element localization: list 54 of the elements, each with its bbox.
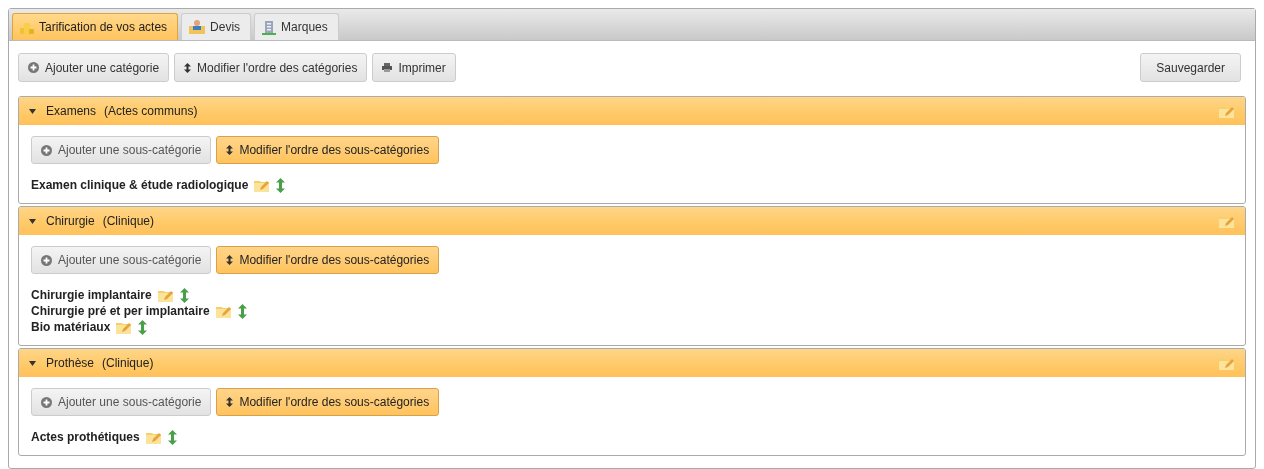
subcategory-name: Chirurgie implantaire <box>31 287 152 304</box>
category-name: Examens <box>46 103 97 120</box>
up-down-arrow-icon[interactable] <box>237 303 247 319</box>
subcategory-name: Examen clinique & étude radiologique <box>31 177 249 194</box>
up-down-arrow-icon <box>226 145 234 155</box>
subcategory-button[interactable]: Modifier l'ordre des sous-catégories <box>216 136 440 164</box>
subcategory-button[interactable]: Ajouter une sous-catégorie <box>31 246 212 274</box>
save-button[interactable]: Sauvegarder <box>1140 53 1241 82</box>
folder-edit-icon[interactable] <box>116 320 133 334</box>
folder-edit-icon[interactable] <box>1219 214 1235 228</box>
plus-icon <box>28 62 39 73</box>
toolbar-button[interactable]: Ajouter une catégorie <box>18 53 170 82</box>
category-group: (Actes communs) <box>104 102 198 120</box>
folder-edit-icon[interactable] <box>1219 104 1235 118</box>
up-down-arrow-icon[interactable] <box>167 429 177 445</box>
folder-edit-icon[interactable] <box>215 304 232 318</box>
folder-edit-icon[interactable] <box>1219 356 1235 370</box>
up-down-arrow-icon <box>226 255 234 265</box>
subcategory-button[interactable]: Modifier l'ordre des sous-catégories <box>216 246 440 274</box>
subcategory-name: Bio matériaux <box>31 319 111 336</box>
category-header[interactable]: Prothèse (Clinique) <box>19 349 1245 377</box>
toolbar-button[interactable]: Imprimer <box>372 53 456 82</box>
plus-icon <box>41 144 52 156</box>
up-down-arrow-icon <box>226 397 234 407</box>
subcategory-name: Chirurgie pré et per implantaire <box>31 303 210 320</box>
category-name: Prothèse <box>46 355 95 372</box>
building-icon <box>261 19 278 35</box>
subcategory-button[interactable]: Ajouter une sous-catégorie <box>31 136 212 164</box>
tab[interactable]: Marques <box>254 13 339 40</box>
category-header[interactable]: Examens (Actes communs) <box>19 97 1245 125</box>
up-down-arrow-icon[interactable] <box>179 287 189 303</box>
folder-edit-icon[interactable] <box>145 430 162 444</box>
up-down-arrow-icon[interactable] <box>276 177 286 193</box>
toolbar-button[interactable]: Modifier l'ordre des catégories <box>174 53 368 82</box>
category-name: Chirurgie <box>46 213 95 230</box>
subcategory-button[interactable]: Modifier l'ordre des sous-catégories <box>216 388 440 416</box>
folder-edit-icon[interactable] <box>254 178 271 192</box>
category-header[interactable]: Chirurgie (Clinique) <box>19 207 1245 235</box>
category-group: (Clinique) <box>102 354 154 372</box>
printer-icon <box>382 63 393 72</box>
tab[interactable]: Tarification de vos actes <box>12 13 179 40</box>
person-folder-icon <box>188 19 207 35</box>
subcategory-button[interactable]: Ajouter une sous-catégorie <box>31 388 212 416</box>
plus-icon <box>41 254 52 266</box>
plus-icon <box>41 396 52 408</box>
caret-icon[interactable] <box>29 108 36 114</box>
caret-icon[interactable] <box>29 360 36 366</box>
folder-edit-icon[interactable] <box>157 288 174 302</box>
subcategory-name: Actes prothétiques <box>31 429 140 446</box>
category-group: (Clinique) <box>102 212 155 230</box>
up-down-arrow-icon[interactable] <box>138 319 148 335</box>
tab[interactable]: Devis <box>181 13 252 40</box>
up-down-arrow-icon <box>184 62 192 73</box>
caret-icon[interactable] <box>29 218 36 224</box>
